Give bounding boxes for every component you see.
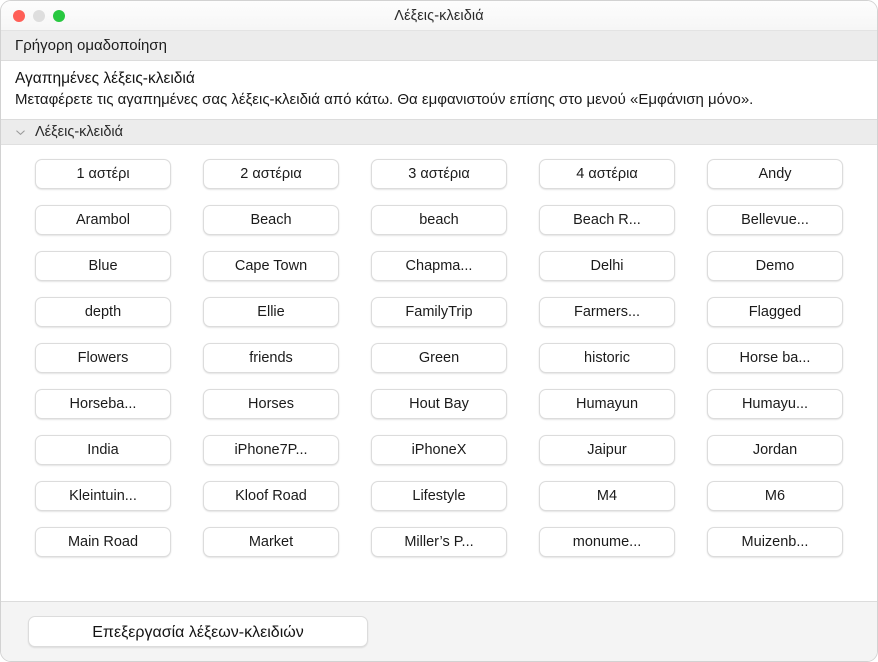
keyword-chip[interactable]: Hout Bay	[371, 389, 507, 419]
keyword-chip[interactable]: Andy	[707, 159, 843, 189]
favorites-description: Αγαπημένες λέξεις-κλειδιά Μεταφέρετε τις…	[1, 61, 877, 119]
keyword-chip[interactable]: Jaipur	[539, 435, 675, 465]
keyword-chip[interactable]: Jordan	[707, 435, 843, 465]
keyword-chip[interactable]: Flowers	[35, 343, 171, 373]
keyword-chip[interactable]: Main Road	[35, 527, 171, 557]
window-titlebar: Λέξεις-κλειδιά	[1, 1, 877, 31]
keyword-chip[interactable]: Farmers...	[539, 297, 675, 327]
keywords-grid: 1 αστέρι 2 αστέρια 3 αστέρια 4 αστέρια Andy A…	[1, 159, 877, 557]
keyword-chip[interactable]: Market	[203, 527, 339, 557]
keyword-chip[interactable]: Humayu...	[707, 389, 843, 419]
keyword-chip[interactable]: India	[35, 435, 171, 465]
keyword-chip[interactable]: Green	[371, 343, 507, 373]
favorites-heading: Αγαπημένες λέξεις-κλειδιά	[15, 70, 195, 87]
keyword-chip[interactable]: Flagged	[707, 297, 843, 327]
keyword-chip[interactable]: iPhone7P...	[203, 435, 339, 465]
keyword-chip[interactable]: depth	[35, 297, 171, 327]
keyword-chip[interactable]: Horses	[203, 389, 339, 419]
keyword-chip[interactable]: Horseba...	[35, 389, 171, 419]
edit-keywords-button[interactable]: Επεξεργασία λέξεων-κλειδιών	[28, 616, 368, 647]
quick-group-label: Γρήγορη ομαδοποίηση	[15, 37, 167, 54]
keyword-chip[interactable]: Demo	[707, 251, 843, 281]
zoom-button[interactable]	[53, 9, 65, 22]
bottom-toolbar: Επεξεργασία λέξεων-κλειδιών	[1, 601, 877, 661]
chevron-down-icon[interactable]	[15, 127, 26, 138]
keyword-chip[interactable]: Blue	[35, 251, 171, 281]
keyword-chip[interactable]: Muizenb...	[707, 527, 843, 557]
keyword-chip[interactable]: friends	[203, 343, 339, 373]
keyword-chip[interactable]: monume...	[539, 527, 675, 557]
keyword-chip[interactable]: iPhoneX	[371, 435, 507, 465]
keyword-chip[interactable]: Cape Town	[203, 251, 339, 281]
keyword-chip[interactable]: Beach	[203, 205, 339, 235]
keyword-chip[interactable]: M4	[539, 481, 675, 511]
keywords-section-header[interactable]: Λέξεις-κλειδιά	[1, 119, 877, 145]
keyword-chip[interactable]: 4 αστέρια	[539, 159, 675, 189]
keyword-chip[interactable]: Ellie	[203, 297, 339, 327]
keyword-chip[interactable]: historic	[539, 343, 675, 373]
keywords-section-label: Λέξεις-κλειδιά	[35, 124, 124, 140]
favorites-body-text: Μεταφέρετε τις αγαπημένες σας λέξεις-κλε…	[15, 91, 754, 108]
keyword-chip[interactable]: FamilyTrip	[371, 297, 507, 327]
keyword-chip[interactable]: Chapma...	[371, 251, 507, 281]
keyword-chip[interactable]: Kleintuin...	[35, 481, 171, 511]
keyword-chip[interactable]: Horse ba...	[707, 343, 843, 373]
keywords-grid-container: 1 αστέρι 2 αστέρια 3 αστέρια 4 αστέρια Andy A…	[1, 145, 877, 601]
keyword-chip[interactable]: Beach R...	[539, 205, 675, 235]
keyword-chip[interactable]: Arambol	[35, 205, 171, 235]
window-title: Λέξεις-κλειδιά	[394, 7, 484, 24]
keyword-chip[interactable]: Miller’s P...	[371, 527, 507, 557]
keyword-chip[interactable]: 3 αστέρια	[371, 159, 507, 189]
keyword-chip[interactable]: beach	[371, 205, 507, 235]
close-button[interactable]	[13, 9, 25, 22]
keyword-chip[interactable]: M6	[707, 481, 843, 511]
keyword-chip[interactable]: 2 αστέρια	[203, 159, 339, 189]
traffic-light-group	[13, 9, 65, 22]
keyword-chip[interactable]: Bellevue...	[707, 205, 843, 235]
keyword-chip[interactable]: Lifestyle	[371, 481, 507, 511]
minimize-button[interactable]	[33, 9, 45, 22]
keyword-chip[interactable]: 1 αστέρι	[35, 159, 171, 189]
quick-group-bar[interactable]: Γρήγορη ομαδοποίηση	[1, 31, 877, 61]
keywords-window: Λέξεις-κλειδιά Γρήγορη ομαδοποίηση Αγαπη…	[0, 0, 878, 662]
keyword-chip[interactable]: Delhi	[539, 251, 675, 281]
keyword-chip[interactable]: Humayun	[539, 389, 675, 419]
keyword-chip[interactable]: Kloof Road	[203, 481, 339, 511]
